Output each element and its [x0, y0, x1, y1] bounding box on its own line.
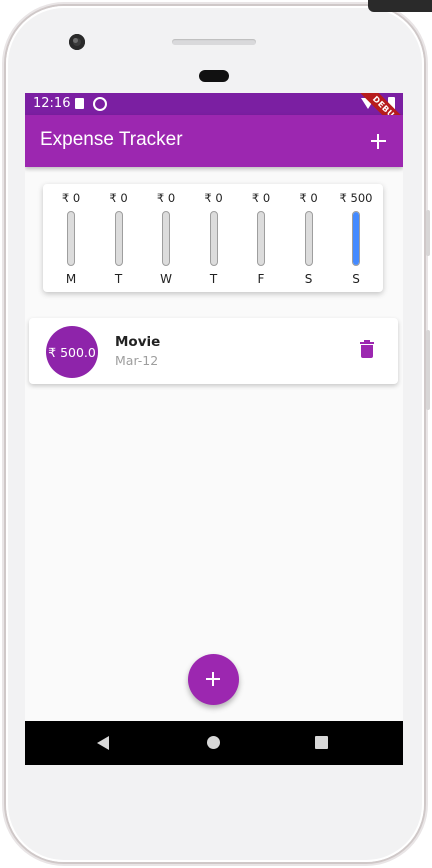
chart-day-label: W [160, 272, 172, 286]
volume-button [426, 210, 430, 256]
recents-icon[interactable] [315, 736, 328, 749]
chart-bar-track [114, 211, 123, 266]
chart-amount-label: ₹ 0 [299, 191, 318, 205]
back-icon[interactable] [97, 736, 109, 750]
chart-bar-track [352, 211, 360, 266]
chart-bar-track [257, 211, 265, 266]
transaction-date: Mar-12 [115, 353, 159, 368]
chart-day-label: S [304, 272, 313, 286]
chart-amount-label: ₹ 0 [204, 191, 223, 205]
chart-day-label: T [209, 272, 218, 286]
proximity-sensor [199, 70, 229, 82]
chart-day-label: F [257, 272, 265, 286]
chart-amount-label: ₹ 0 [156, 191, 176, 205]
chart-column: ₹ 0 F [239, 184, 283, 292]
chart-column: ₹ 500 S [334, 184, 378, 292]
chart-column: ₹ 0 W [144, 184, 188, 292]
chart-bar-track [67, 211, 75, 266]
chart-amount-label: ₹ 0 [61, 191, 81, 205]
add-transaction-fab[interactable] [188, 654, 239, 705]
home-icon[interactable] [207, 736, 220, 749]
add-icon[interactable] [363, 126, 393, 156]
chart-day-label: S [352, 272, 360, 286]
chart-column: ₹ 0 T [192, 184, 236, 292]
system-nav-bar [25, 721, 403, 765]
weekly-chart-card: ₹ 0 M ₹ 0 T ₹ 0 W ₹ 0 T ₹ 0 F ₹ 0 S ₹ 500 S [43, 184, 383, 292]
sync-icon [93, 97, 107, 111]
chart-amount-label: ₹ 500 [339, 191, 373, 205]
trash-icon[interactable] [358, 340, 376, 362]
device-screen: 12:16 DEBUG Expense Tracker ₹ 0 M ₹ 0 T ₹ 0 W… [25, 93, 403, 765]
chart-amount-label: ₹ 0 [251, 191, 271, 205]
chart-bar-track [209, 211, 218, 266]
app-bar: Expense Tracker [25, 115, 403, 167]
transaction-card: ₹ 500.0 Movie Mar-12 [29, 318, 398, 384]
chart-day-label: T [114, 272, 123, 286]
chart-column: ₹ 0 S [287, 184, 331, 292]
chart-bar [353, 212, 359, 265]
transaction-amount-avatar: ₹ 500.0 [46, 326, 98, 378]
app-title: Expense Tracker [40, 129, 183, 150]
earpiece-speaker [172, 39, 256, 45]
chart-bar-track [162, 211, 170, 266]
chart-day-label: M [65, 272, 77, 286]
chart-amount-label: ₹ 0 [109, 191, 128, 205]
chart-column: ₹ 0 T [97, 184, 141, 292]
emulator-corner [368, 0, 432, 12]
status-time: 12:16 [33, 96, 71, 111]
power-button [426, 330, 430, 410]
front-camera [69, 34, 85, 50]
sd-card-icon [75, 98, 84, 109]
chart-column: ₹ 0 M [49, 184, 93, 292]
status-bar: 12:16 DEBUG [25, 93, 403, 141]
chart-bar-track [304, 211, 313, 266]
transaction-title: Movie [115, 334, 161, 350]
